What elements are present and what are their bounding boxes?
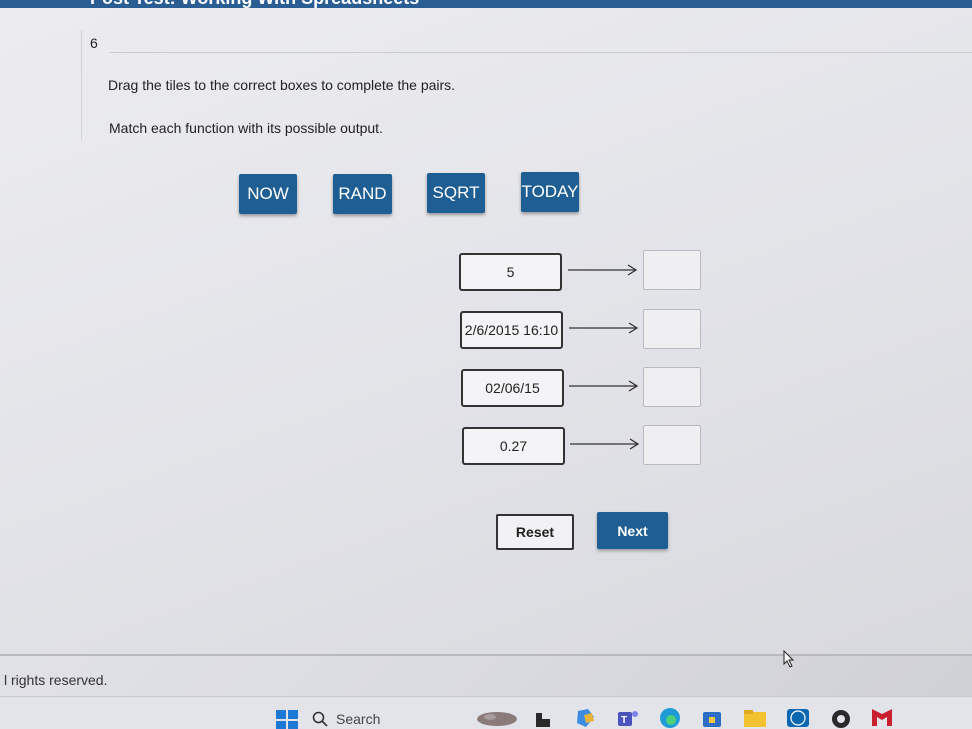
search-icon [312, 711, 328, 727]
search-label: Search [336, 711, 381, 727]
question-number: 6 [90, 35, 98, 51]
tile-sqrt[interactable]: SQRT [427, 173, 485, 213]
reset-button[interactable]: Reset [496, 514, 574, 550]
drop-target-3[interactable] [643, 367, 701, 407]
mouse-cursor-icon [783, 650, 795, 668]
copilot-icon[interactable] [574, 707, 598, 729]
output-box-1: 5 [459, 253, 562, 291]
divider [0, 654, 972, 656]
taskbar-search[interactable]: Search [312, 707, 412, 729]
tile-now[interactable]: NOW [239, 174, 297, 214]
app-top-bar: Post Test: Working With Spreadsheets [0, 0, 972, 8]
edge-icon[interactable] [658, 707, 682, 729]
copyright-text: l rights reserved. [4, 672, 108, 688]
dell-icon[interactable] [786, 707, 810, 729]
output-box-2: 2/6/2015 16:10 [460, 311, 563, 349]
mcafee-icon[interactable] [870, 706, 894, 728]
next-button[interactable]: Next [597, 512, 668, 549]
drop-target-1[interactable] [643, 250, 701, 290]
svg-text:T: T [621, 715, 627, 726]
widgets-icon[interactable] [474, 709, 520, 729]
arrow-right-icon [568, 264, 638, 276]
output-box-4: 0.27 [462, 427, 565, 465]
arrow-right-icon [569, 380, 639, 392]
drop-target-2[interactable] [643, 309, 701, 349]
taskbar: Search T [0, 696, 972, 729]
teams-icon[interactable]: T [616, 707, 640, 729]
divider [110, 52, 972, 53]
output-box-3: 02/06/15 [461, 369, 564, 407]
drop-target-4[interactable] [643, 425, 701, 465]
arrow-right-icon [570, 438, 640, 450]
store-icon[interactable] [700, 707, 724, 729]
prompt-text: Match each function with its possible ou… [109, 120, 383, 136]
arrow-right-icon [569, 322, 639, 334]
tile-rand[interactable]: RAND [333, 174, 392, 214]
instruction-text: Drag the tiles to the correct boxes to c… [108, 77, 456, 93]
chrome-icon[interactable] [830, 708, 852, 729]
folder-icon[interactable] [742, 707, 768, 729]
file-explorer-icon[interactable] [534, 711, 552, 729]
tile-today[interactable]: TODAY [521, 172, 579, 212]
windows-start-icon[interactable] [276, 710, 298, 729]
